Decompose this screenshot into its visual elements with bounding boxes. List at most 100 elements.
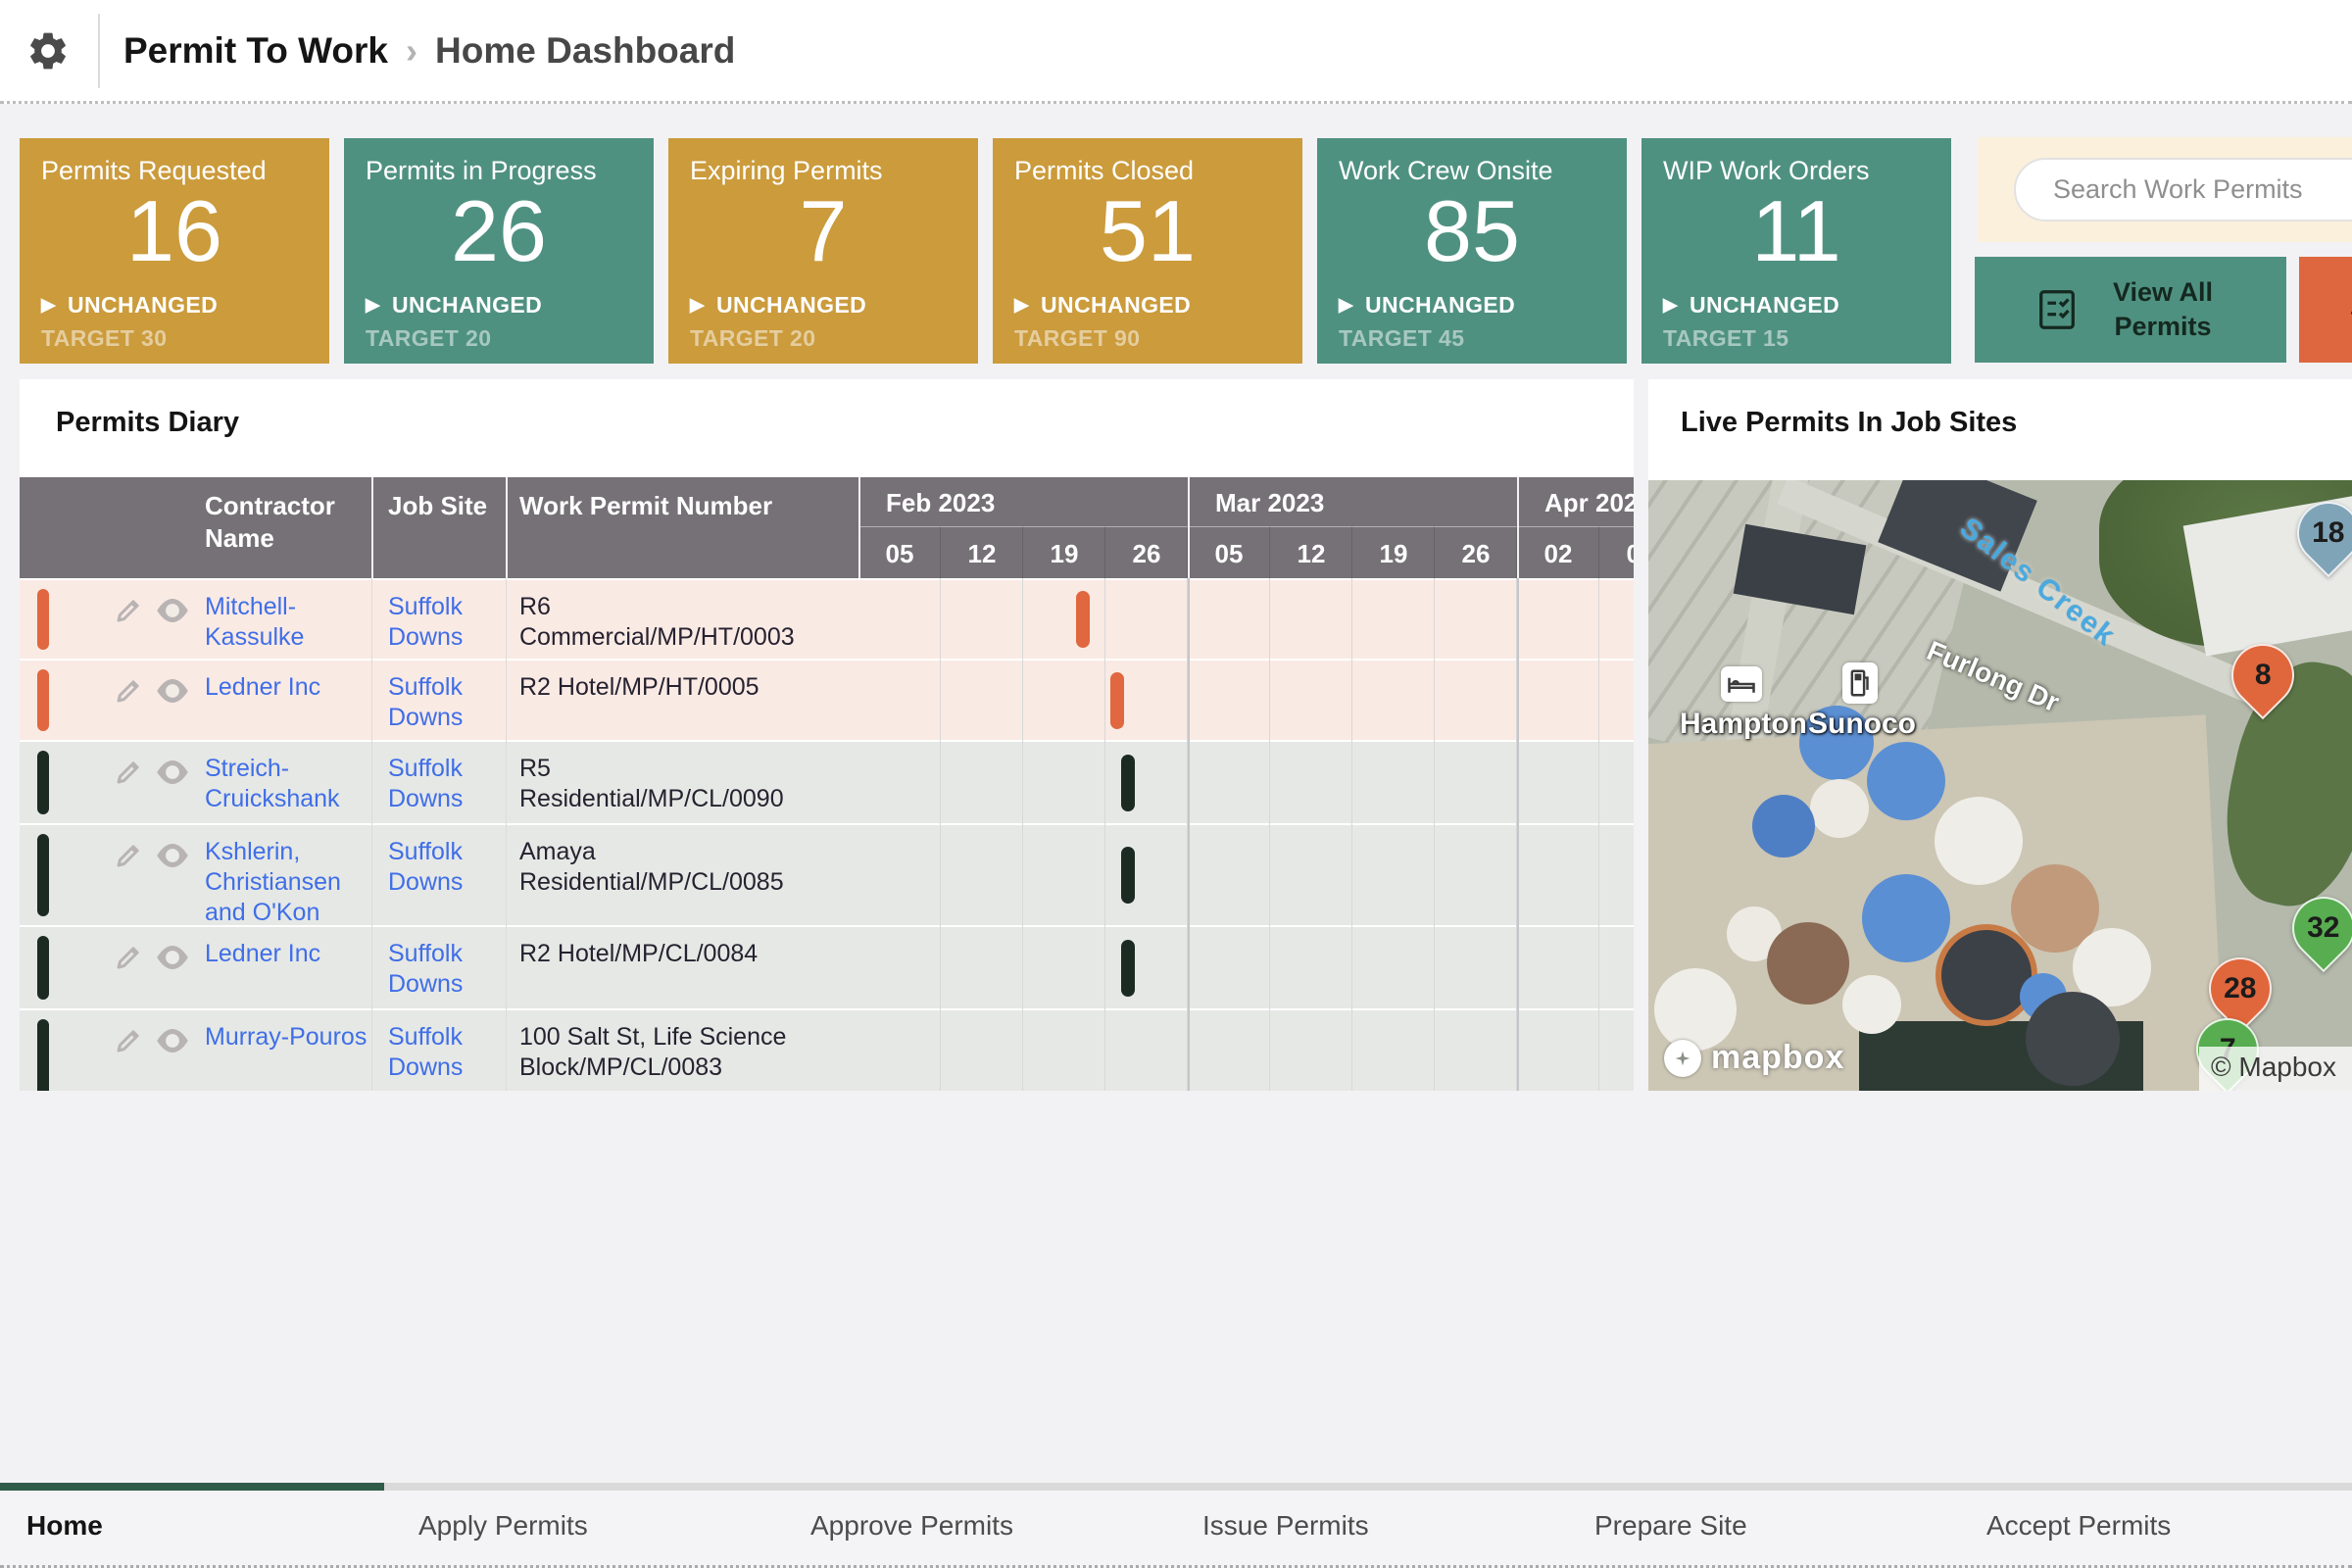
tab-prepare-site[interactable]: Prepare Site	[1568, 1491, 1960, 1565]
kpi-trend: ▶UNCHANGED	[1014, 292, 1191, 318]
header-divider	[371, 477, 373, 578]
breadcrumb-app-title[interactable]: Permit To Work	[123, 30, 388, 72]
work-permit-number: R2 Hotel/MP/HT/0005	[519, 672, 799, 703]
column-header-contractor: Contractor Name	[205, 490, 376, 555]
trend-arrow-icon: ▶	[1663, 294, 1678, 317]
trend-arrow-icon: ▶	[1014, 294, 1029, 317]
kpi-wip-work-orders[interactable]: WIP Work Orders 11 ▶UNCHANGED TARGET 15	[1642, 138, 1951, 364]
contractor-link[interactable]: Mitchell-Kassulke	[205, 592, 369, 653]
map-tank	[1810, 779, 1869, 838]
kpi-card-row: Permits Requested 16 ▶UNCHANGED TARGET 3…	[20, 138, 1951, 364]
job-site-link[interactable]: Suffolk Downs	[388, 837, 496, 898]
map-tank	[1767, 922, 1849, 1004]
breadcrumb-page-title: Home Dashboard	[435, 30, 735, 72]
checklist-icon	[2034, 287, 2080, 332]
tab-apply-permits[interactable]: Apply Permits	[392, 1491, 784, 1565]
view-eye-icon[interactable]	[155, 1027, 190, 1054]
kpi-trend: ▶UNCHANGED	[1663, 292, 1839, 318]
work-permit-number: R6 Commercial/MP/HT/0003	[519, 592, 799, 653]
view-eye-icon[interactable]	[155, 677, 190, 705]
app-header: Permit To Work › Home Dashboard	[0, 0, 2352, 104]
edit-pencil-icon[interactable]	[114, 758, 143, 787]
work-permit-number: Amaya Residential/MP/CL/0085	[519, 837, 799, 898]
tab-home[interactable]: Home	[0, 1491, 392, 1565]
road-label: Furlong Dr	[1922, 635, 2063, 718]
contractor-link[interactable]: Murray-Pouros	[205, 1022, 369, 1053]
kpi-value: 85	[1339, 186, 1605, 276]
kpi-target: TARGET 15	[1663, 325, 1788, 352]
row-status-bar	[37, 936, 49, 1000]
kpi-work-crew-onsite[interactable]: Work Crew Onsite 85 ▶UNCHANGED TARGET 45	[1317, 138, 1627, 364]
fuel-icon	[1842, 662, 1878, 704]
gantt-marker	[1076, 591, 1090, 648]
kpi-trend: ▶UNCHANGED	[366, 292, 542, 318]
edit-pencil-icon[interactable]	[114, 841, 143, 870]
job-site-link[interactable]: Suffolk Downs	[388, 939, 496, 1000]
row-status-bar	[37, 751, 49, 814]
settings-gear-icon[interactable]	[25, 28, 71, 74]
view-eye-icon[interactable]	[155, 842, 190, 869]
tab-approve-permits[interactable]: Approve Permits	[784, 1491, 1176, 1565]
edit-pencil-icon[interactable]	[114, 1026, 143, 1055]
contractor-link[interactable]: Streich-Cruickshank	[205, 754, 369, 814]
job-site-link[interactable]: Suffolk Downs	[388, 672, 496, 733]
map-tank	[1935, 797, 2023, 885]
mapbox-logo[interactable]: mapbox	[1664, 1039, 1844, 1077]
contractor-link[interactable]: Ledner Inc	[205, 672, 369, 703]
edit-pencil-icon[interactable]	[114, 596, 143, 625]
tab-issue-permits[interactable]: Issue Permits	[1176, 1491, 1568, 1565]
kpi-permits-closed[interactable]: Permits Closed 51 ▶UNCHANGED TARGET 90	[993, 138, 1302, 364]
row-status-bar	[37, 589, 49, 650]
breadcrumb-chevron-icon: ›	[406, 30, 417, 72]
view-all-permits-button[interactable]: View All Permits	[1975, 257, 2286, 363]
row-status-bar	[37, 834, 49, 916]
column-header-permit-number: Work Permit Number	[519, 490, 843, 522]
view-eye-icon[interactable]	[155, 597, 190, 624]
lightning-bolt-icon	[2342, 283, 2352, 336]
live-permits-title: Live Permits In Job Sites	[1681, 407, 2017, 439]
job-site-link[interactable]: Suffolk Downs	[388, 1022, 496, 1083]
nav-tabs: Home Apply Permits Approve Permits Issue…	[0, 1491, 2352, 1565]
week-header: 05	[858, 526, 941, 578]
nav-active-indicator	[0, 1483, 384, 1491]
view-eye-icon[interactable]	[155, 759, 190, 786]
diary-table-header: Contractor Name Job Site Work Permit Num…	[20, 477, 1634, 578]
month-header-feb: Feb 2023	[858, 477, 1188, 526]
tab-accept-permits[interactable]: Accept Permits	[1960, 1491, 2352, 1565]
kpi-expiring-permits[interactable]: Expiring Permits 7 ▶UNCHANGED TARGET 20	[668, 138, 978, 364]
map-tank	[1752, 795, 1815, 858]
job-sites-map[interactable]: Hampton Sunoco Sales Creek Furlong Dr 18…	[1648, 480, 2352, 1091]
table-row: Mitchell-Kassulke Suffolk Downs R6 Comme…	[20, 578, 1634, 659]
map-tank	[1842, 975, 1901, 1034]
week-header: 19	[1023, 526, 1105, 578]
column-header-job-site: Job Site	[388, 490, 496, 522]
view-eye-icon[interactable]	[155, 944, 190, 971]
map-attribution[interactable]: © Mapbox	[2199, 1047, 2352, 1091]
table-row: Ledner Inc Suffolk Downs R2 Hotel/MP/HT/…	[20, 659, 1634, 740]
week-header: 19	[1352, 526, 1435, 578]
kpi-target: TARGET 20	[690, 325, 815, 352]
trend-arrow-icon: ▶	[366, 294, 380, 317]
kpi-permits-requested[interactable]: Permits Requested 16 ▶UNCHANGED TARGET 3…	[20, 138, 329, 364]
edit-pencil-icon[interactable]	[114, 943, 143, 972]
edit-pencil-icon[interactable]	[114, 676, 143, 706]
gantt-marker	[1121, 847, 1135, 904]
contractor-link[interactable]: Kshlerin, Christiansen and O'Kon	[205, 837, 369, 928]
job-site-link[interactable]: Suffolk Downs	[388, 754, 496, 814]
week-header: 09	[1599, 526, 1634, 578]
search-input[interactable]	[2014, 158, 2352, 221]
kpi-target: TARGET 90	[1014, 325, 1140, 352]
table-row: Streich-Cruickshank Suffolk Downs R5 Res…	[20, 740, 1634, 823]
permits-diary-title: Permits Diary	[56, 407, 239, 439]
quick-action-button[interactable]	[2299, 257, 2352, 363]
contractor-link[interactable]: Ledner Inc	[205, 939, 369, 969]
trend-arrow-icon: ▶	[1339, 294, 1353, 317]
work-permit-number: R2 Hotel/MP/CL/0084	[519, 939, 799, 969]
diary-table-body: Mitchell-Kassulke Suffolk Downs R6 Comme…	[20, 578, 1634, 1091]
kpi-permits-in-progress[interactable]: Permits in Progress 26 ▶UNCHANGED TARGET…	[344, 138, 654, 364]
row-status-bar	[37, 1019, 49, 1091]
job-site-link[interactable]: Suffolk Downs	[388, 592, 496, 653]
kpi-target: TARGET 30	[41, 325, 167, 352]
gantt-marker	[1121, 940, 1135, 997]
kpi-trend: ▶UNCHANGED	[690, 292, 866, 318]
